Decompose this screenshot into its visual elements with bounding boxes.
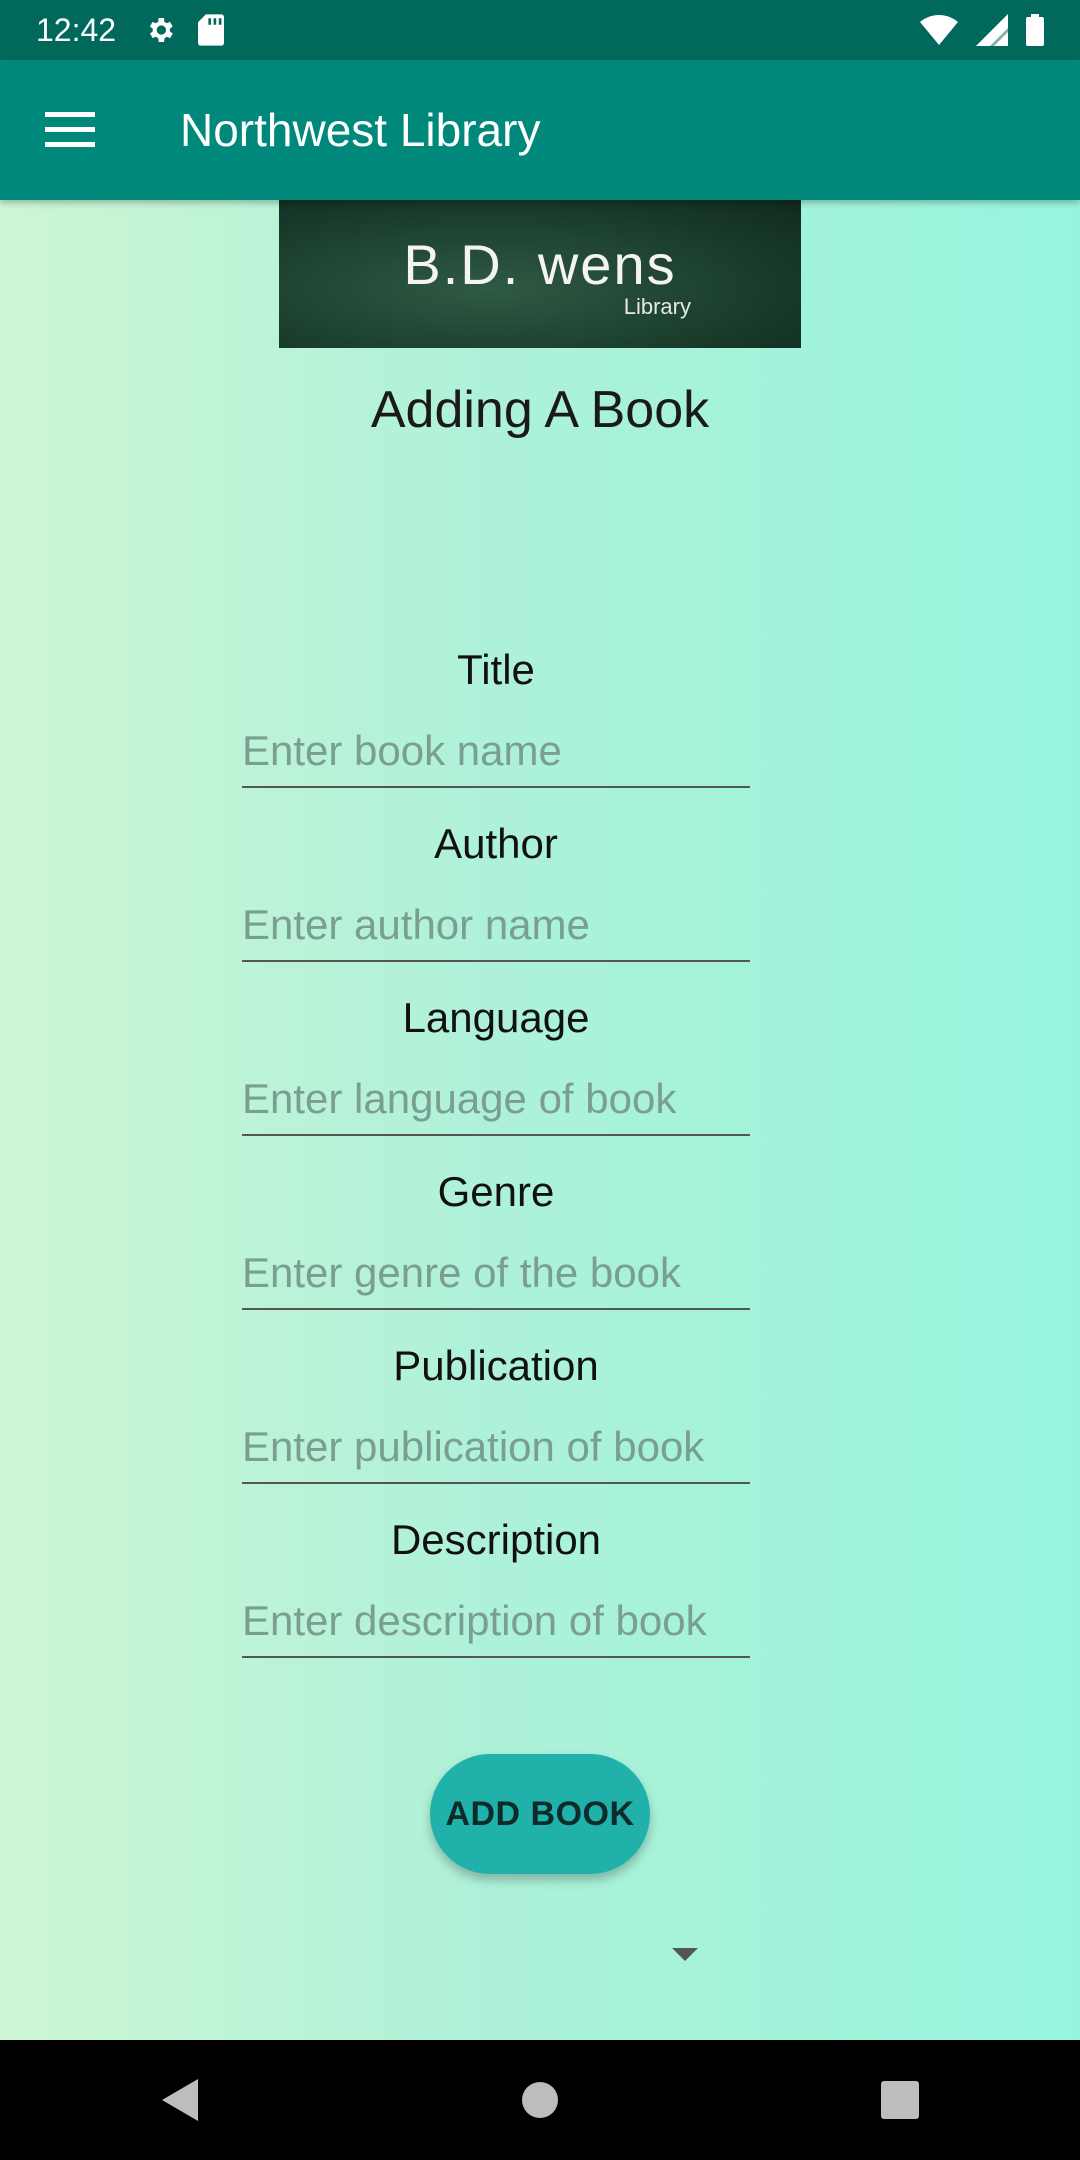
scroll-down-indicator-icon bbox=[672, 1948, 698, 1961]
author-input[interactable] bbox=[242, 890, 750, 962]
home-icon[interactable] bbox=[490, 2050, 590, 2150]
library-banner-image: B.D. wens Library bbox=[279, 200, 801, 348]
gear-icon bbox=[144, 14, 176, 46]
description-label: Description bbox=[390, 1516, 602, 1563]
wifi-icon bbox=[920, 15, 958, 45]
book-form: Title Author Language Genre Publication … bbox=[242, 640, 750, 1820]
add-book-button[interactable]: ADD BOOK bbox=[430, 1754, 650, 1874]
back-icon[interactable] bbox=[130, 2050, 230, 2150]
title-label: Title bbox=[457, 646, 535, 693]
description-input[interactable] bbox=[242, 1586, 750, 1658]
banner-logo-text: B.D. wens bbox=[403, 232, 677, 296]
genre-label: Genre bbox=[437, 1168, 555, 1215]
language-input[interactable] bbox=[242, 1064, 750, 1136]
publication-input[interactable] bbox=[242, 1412, 750, 1484]
system-nav-bar bbox=[0, 2040, 1080, 2160]
cell-signal-icon bbox=[976, 14, 1008, 46]
recents-icon[interactable] bbox=[850, 2050, 950, 2150]
author-label: Author bbox=[434, 820, 558, 867]
main-content: B.D. wens Library Adding A Book Title Au… bbox=[0, 200, 1080, 2040]
banner-logo: B.D. wens bbox=[403, 232, 676, 297]
app-title: Northwest Library bbox=[180, 104, 541, 156]
sd-card-icon bbox=[198, 14, 225, 46]
app-bar: Northwest Library bbox=[0, 60, 1080, 200]
title-input[interactable] bbox=[242, 716, 750, 788]
language-label: Language bbox=[402, 994, 590, 1041]
status-bar: 12:42 bbox=[0, 0, 1080, 60]
page-title: Adding A Book bbox=[370, 381, 710, 439]
genre-input[interactable] bbox=[242, 1238, 750, 1310]
banner-logo-subtitle: Library bbox=[623, 294, 691, 319]
status-time: 12:42 bbox=[36, 11, 117, 48]
publication-label: Publication bbox=[393, 1342, 599, 1389]
battery-icon bbox=[1026, 14, 1044, 46]
hamburger-menu-icon[interactable] bbox=[30, 90, 110, 170]
